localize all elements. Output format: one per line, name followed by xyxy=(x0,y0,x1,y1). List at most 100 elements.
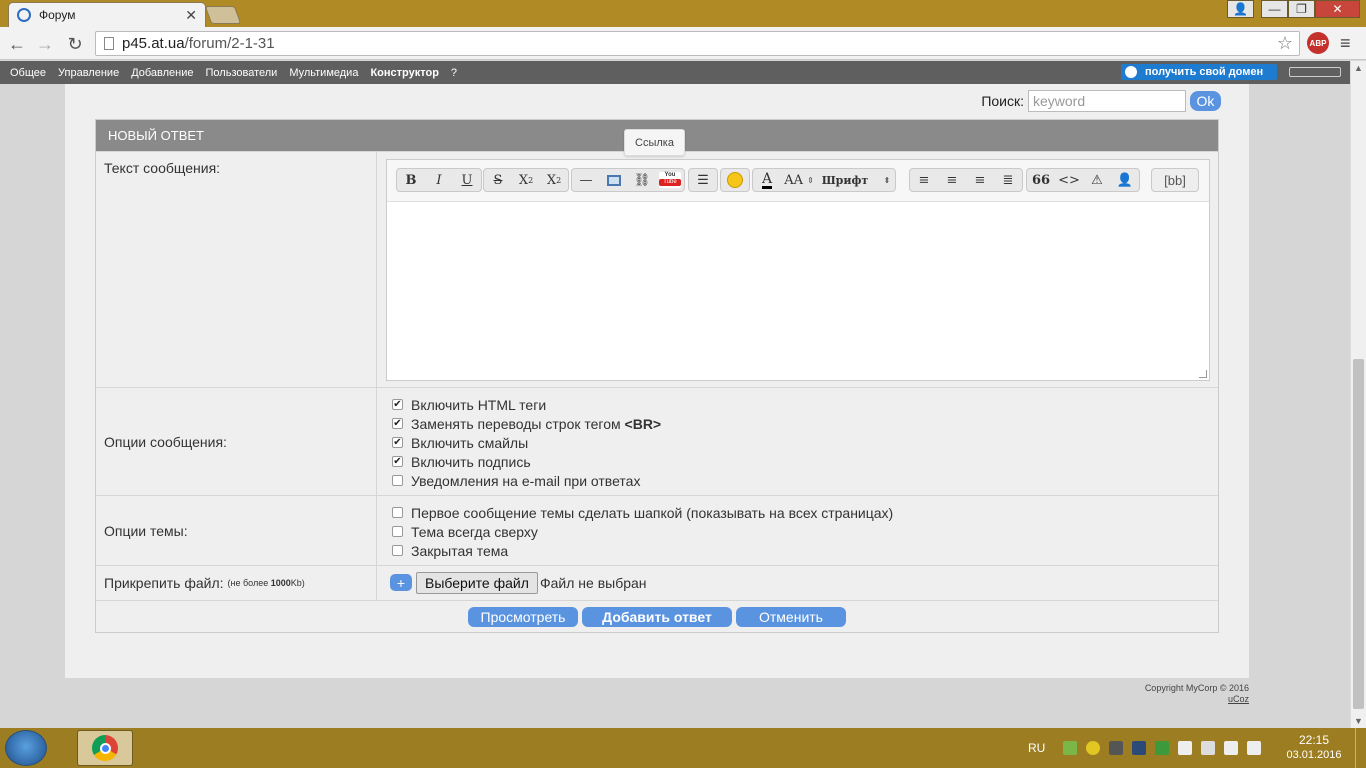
checkbox-email[interactable] xyxy=(392,475,403,486)
new-tab-button[interactable] xyxy=(204,6,242,24)
page-scrollbar[interactable]: ▲ ▼ xyxy=(1350,61,1366,728)
subscript-button[interactable]: X2 xyxy=(540,169,568,191)
underline-button[interactable]: U xyxy=(453,169,481,191)
panel-item-users[interactable]: Пользователи xyxy=(206,67,278,79)
antivirus-icon[interactable] xyxy=(1063,741,1078,755)
action-center-flag-icon[interactable] xyxy=(1178,741,1193,755)
option-sticky[interactable]: Тема всегда сверху xyxy=(378,522,1218,541)
quote-icon[interactable]: 66 xyxy=(1027,169,1055,191)
bold-button[interactable]: B xyxy=(397,169,425,191)
panel-item-constructor[interactable]: Конструктор xyxy=(370,67,438,79)
checkbox-closed[interactable] xyxy=(392,545,403,556)
usb-device-icon[interactable] xyxy=(1201,741,1216,755)
forum-search: Поиск: keyword Ok xyxy=(981,90,1221,112)
hide-text-icon[interactable]: ⚠ xyxy=(1083,169,1111,191)
network-signal-icon[interactable] xyxy=(1224,741,1239,755)
text-color-icon[interactable]: A xyxy=(753,169,781,191)
add-reply-button[interactable]: Добавить ответ xyxy=(582,607,732,627)
bookmark-star-icon[interactable]: ☆ xyxy=(1277,33,1293,54)
forward-arrow-icon[interactable]: → xyxy=(34,33,56,55)
tray-monitor-icon[interactable] xyxy=(1132,741,1147,755)
system-tray: RU xyxy=(1028,728,1270,768)
script-group: S X2 X2 xyxy=(483,168,569,192)
align-right-icon[interactable]: ≡ xyxy=(966,169,994,191)
checkbox-pin-first[interactable] xyxy=(392,507,403,518)
strikethrough-button[interactable]: S xyxy=(484,169,512,191)
scroll-up-icon[interactable]: ▲ xyxy=(1354,63,1363,73)
adblock-plus-icon[interactable]: ABP xyxy=(1307,32,1329,54)
footer-copyright: Copyright MyCorp © 2016 uCoz xyxy=(1145,683,1249,705)
start-button[interactable] xyxy=(5,730,47,766)
add-file-field-button[interactable]: + xyxy=(390,574,412,591)
taskbar-chrome[interactable] xyxy=(77,730,133,766)
youtube-icon[interactable]: You Tube xyxy=(656,169,684,191)
font-family-select[interactable]: Шрифт ⇕ xyxy=(817,169,895,191)
font-size-select[interactable]: AA ⇕ xyxy=(781,169,817,191)
tab-close-icon[interactable]: ✕ xyxy=(185,7,197,24)
align-center-icon[interactable]: ≡ xyxy=(938,169,966,191)
option-signature[interactable]: ✔ Включить подпись xyxy=(378,452,1218,471)
reload-icon[interactable]: ↻ xyxy=(64,33,86,55)
option-html[interactable]: ✔ Включить HTML теги xyxy=(378,395,1218,414)
checkbox-smiles[interactable]: ✔ xyxy=(392,437,403,448)
resize-grip-icon[interactable] xyxy=(1199,370,1207,378)
profile-icon[interactable]: 👤 xyxy=(1227,0,1254,18)
attach-label: Прикрепить файл: xyxy=(104,575,224,591)
ucoz-link[interactable]: uCoz xyxy=(1145,694,1249,705)
system-clock[interactable]: 22:15 03.01.2016 xyxy=(1284,733,1344,763)
show-desktop-button[interactable] xyxy=(1355,728,1366,768)
option-pin-first[interactable]: Первое сообщение темы сделать шапкой (по… xyxy=(378,503,1218,522)
smile-icon[interactable] xyxy=(721,169,749,191)
ucoz-favicon-icon xyxy=(17,8,31,22)
image-icon[interactable] xyxy=(600,169,628,191)
horizontal-rule-icon[interactable]: — xyxy=(572,169,600,191)
new-reply-form: НОВЫЙ ОТВЕТ Текст сообщения: B I U S X2 xyxy=(95,119,1219,633)
option-br[interactable]: ✔ Заменять переводы строк тегом <BR> xyxy=(378,414,1218,433)
panel-item-add[interactable]: Добавление xyxy=(131,67,193,79)
panel-item-help[interactable]: ? xyxy=(451,67,457,79)
message-label: Текст сообщения: xyxy=(96,152,377,387)
volume-icon[interactable] xyxy=(1247,741,1262,755)
maximize-button[interactable]: ❐ xyxy=(1288,0,1315,18)
tray-app-icon[interactable] xyxy=(1086,741,1101,755)
tray-tool-icon[interactable] xyxy=(1109,741,1124,755)
list-icon[interactable]: ☰ xyxy=(689,169,717,191)
option-email[interactable]: Уведомления на e-mail при ответах xyxy=(378,471,1218,490)
panel-toggle-icon[interactable] xyxy=(1289,67,1341,77)
minimize-button[interactable]: — xyxy=(1261,0,1288,18)
panel-item-multimedia[interactable]: Мультимедиа xyxy=(289,67,358,79)
option-smiles[interactable]: ✔ Включить смайлы xyxy=(378,433,1218,452)
tray-check-icon[interactable] xyxy=(1155,741,1170,755)
checkbox-signature[interactable]: ✔ xyxy=(392,456,403,467)
cancel-button[interactable]: Отменить xyxy=(736,607,846,627)
align-justify-icon[interactable]: ≣ xyxy=(994,169,1022,191)
choose-file-button[interactable]: Выберите файл xyxy=(416,572,538,594)
superscript-button[interactable]: X2 xyxy=(512,169,540,191)
option-closed[interactable]: Закрытая тема xyxy=(378,541,1218,560)
scroll-down-icon[interactable]: ▼ xyxy=(1354,716,1363,726)
list-group: ☰ xyxy=(688,168,718,192)
preview-button[interactable]: Просмотреть xyxy=(468,607,578,627)
get-domain-button[interactable]: получить свой домен xyxy=(1121,64,1277,80)
browser-tab-forum[interactable]: Форум ✕ xyxy=(8,2,206,27)
checkbox-html[interactable]: ✔ xyxy=(392,399,403,410)
panel-item-management[interactable]: Управление xyxy=(58,67,119,79)
code-icon[interactable]: <> xyxy=(1055,169,1083,191)
chrome-menu-icon[interactable]: ≡ xyxy=(1340,33,1351,54)
bbcode-toggle-button[interactable]: [bb] xyxy=(1151,168,1199,192)
back-arrow-icon[interactable]: ← xyxy=(6,33,28,55)
checkbox-br[interactable]: ✔ xyxy=(392,418,403,429)
panel-item-general[interactable]: Общее xyxy=(10,67,46,79)
close-window-button[interactable]: ✕ xyxy=(1315,0,1360,18)
checkbox-sticky[interactable] xyxy=(392,526,403,537)
search-ok-button[interactable]: Ok xyxy=(1190,91,1221,111)
scrollbar-thumb[interactable] xyxy=(1353,359,1364,709)
spoiler-icon[interactable]: 👤 xyxy=(1111,169,1139,191)
search-input[interactable]: keyword xyxy=(1028,90,1186,112)
align-left-icon[interactable]: ≡ xyxy=(910,169,938,191)
italic-button[interactable]: I xyxy=(425,169,453,191)
link-icon[interactable]: ⛓ xyxy=(628,169,656,191)
message-textarea[interactable] xyxy=(387,202,1209,380)
language-indicator[interactable]: RU xyxy=(1028,741,1045,755)
address-bar[interactable]: p45.at.ua/forum/2-1-31 ☆ xyxy=(95,31,1300,56)
